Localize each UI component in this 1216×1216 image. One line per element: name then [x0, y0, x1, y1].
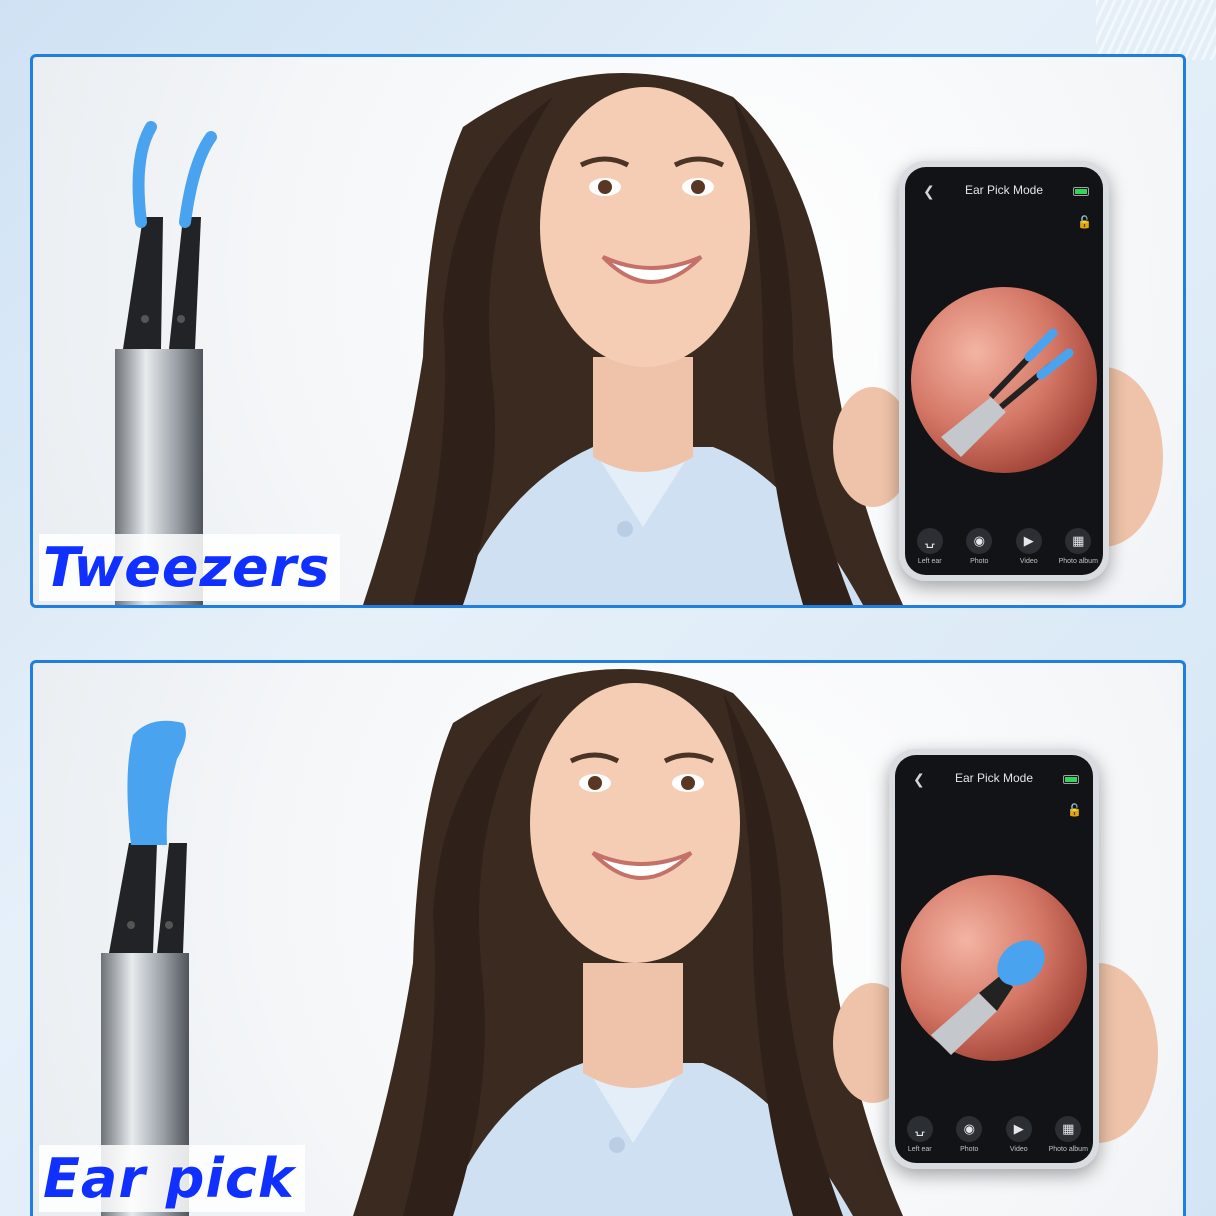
- face: [540, 87, 750, 367]
- phone-screen: ❮ Ear Pick Mode 🔓 ⍽ Left ear ◉ Photo ▶ V…: [905, 167, 1103, 575]
- battery-icon: [1073, 187, 1089, 196]
- camera-icon: ◉: [966, 528, 993, 554]
- ear-pick-panel: ❮ Ear Pick Mode 🔓 ⍽ Left ear ◉ Photo ▶ V…: [30, 660, 1186, 1216]
- phone-toolbar: ⍽ Left ear ◉ Photo ▶ Video ▦ Photo album: [895, 1116, 1093, 1153]
- neck: [583, 963, 683, 1088]
- album-icon: ▦: [1055, 1116, 1082, 1142]
- ear-icon: ⍽: [916, 528, 943, 554]
- ear-pick-label: Ear pick: [39, 1145, 305, 1212]
- video-icon: ▶: [1005, 1116, 1032, 1142]
- photo-album-button[interactable]: ▦ Photo album: [1056, 528, 1100, 565]
- ear-pick-in-ear: [931, 940, 1045, 1055]
- unlock-icon[interactable]: 🔓: [1077, 215, 1092, 229]
- video-icon: ▶: [1015, 528, 1042, 554]
- shirt-button: [609, 1137, 625, 1153]
- phone-header: ❮ Ear Pick Mode: [895, 769, 1093, 789]
- ear-icon: ⍽: [906, 1116, 933, 1142]
- album-icon: ▦: [1065, 528, 1092, 554]
- neck: [593, 357, 693, 472]
- phone: ❮ Ear Pick Mode 🔓 ⍽ Left ear ◉ Photo ▶ V…: [899, 161, 1109, 581]
- unlock-icon[interactable]: 🔓: [1067, 803, 1082, 817]
- tweezers-label: Tweezers: [39, 534, 341, 601]
- video-button[interactable]: ▶ Video: [997, 1116, 1041, 1153]
- camera-icon: ◉: [956, 1116, 983, 1142]
- face: [530, 683, 740, 963]
- ear-pick-tool: [101, 720, 189, 1216]
- photo-button[interactable]: ◉ Photo: [957, 528, 1001, 565]
- corner-stripes: [1096, 0, 1216, 60]
- left-ear-button[interactable]: ⍽ Left ear: [908, 528, 952, 565]
- phone-toolbar: ⍽ Left ear ◉ Photo ▶ Video ▦ Photo album: [905, 528, 1103, 565]
- photo-album-button[interactable]: ▦ Photo album: [1046, 1116, 1090, 1153]
- video-button[interactable]: ▶ Video: [1007, 528, 1051, 565]
- ear-camera-view: [901, 875, 1087, 1061]
- phone-screen: ❮ Ear Pick Mode 🔓 ⍽ Left ear ◉ Photo ▶ V…: [895, 755, 1093, 1163]
- phone: ❮ Ear Pick Mode 🔓 ⍽ Left ear ◉ Photo ▶ V…: [889, 749, 1099, 1169]
- battery-icon: [1063, 775, 1079, 784]
- ear-camera-view: [911, 287, 1097, 473]
- phone-header: ❮ Ear Pick Mode: [905, 181, 1103, 201]
- tweezers-panel: ❮ Ear Pick Mode 🔓 ⍽ Left ear ◉ Photo ▶ V…: [30, 54, 1186, 608]
- shirt-button: [617, 521, 633, 537]
- tweezers-in-ear: [941, 328, 1074, 457]
- photo-button[interactable]: ◉ Photo: [947, 1116, 991, 1153]
- left-ear-button[interactable]: ⍽ Left ear: [898, 1116, 942, 1153]
